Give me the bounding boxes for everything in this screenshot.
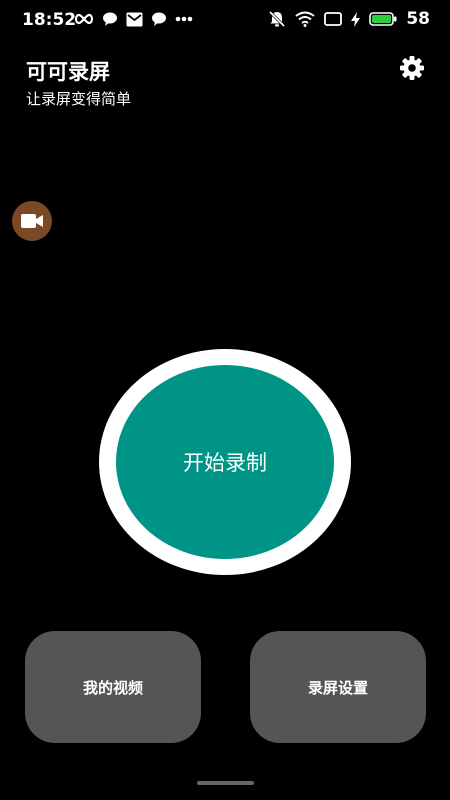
my-videos-button[interactable]: 我的视频 — [25, 631, 201, 743]
video-camera-icon — [21, 214, 43, 228]
battery-icon — [369, 12, 397, 26]
wifi-icon — [295, 11, 315, 27]
notification-icons — [74, 11, 193, 27]
status-time: 18:52 — [22, 10, 77, 30]
recording-settings-button[interactable]: 录屏设置 — [250, 631, 426, 743]
gear-icon — [400, 56, 424, 80]
app-title: 可可录屏 — [26, 60, 110, 84]
home-indicator[interactable] — [197, 781, 254, 785]
chat-bubble-icon — [152, 12, 166, 26]
start-recording-button[interactable]: 开始录制 — [116, 365, 334, 559]
alarm-off-icon — [269, 10, 286, 28]
charging-bolt-icon — [351, 11, 361, 27]
status-bar: 18:52 58 — [0, 0, 450, 40]
mail-icon — [126, 12, 143, 26]
chat-bubble-icon — [103, 12, 117, 26]
screen-cast-icon — [324, 12, 343, 26]
system-icons: 58 — [268, 9, 430, 29]
more-dots-icon — [175, 16, 193, 22]
battery-level: 58 — [406, 9, 430, 29]
infinity-icon — [74, 13, 94, 25]
floating-record-widget[interactable] — [12, 201, 52, 241]
app-subtitle: 让录屏变得简单 — [26, 90, 132, 108]
settings-button[interactable] — [398, 54, 426, 82]
